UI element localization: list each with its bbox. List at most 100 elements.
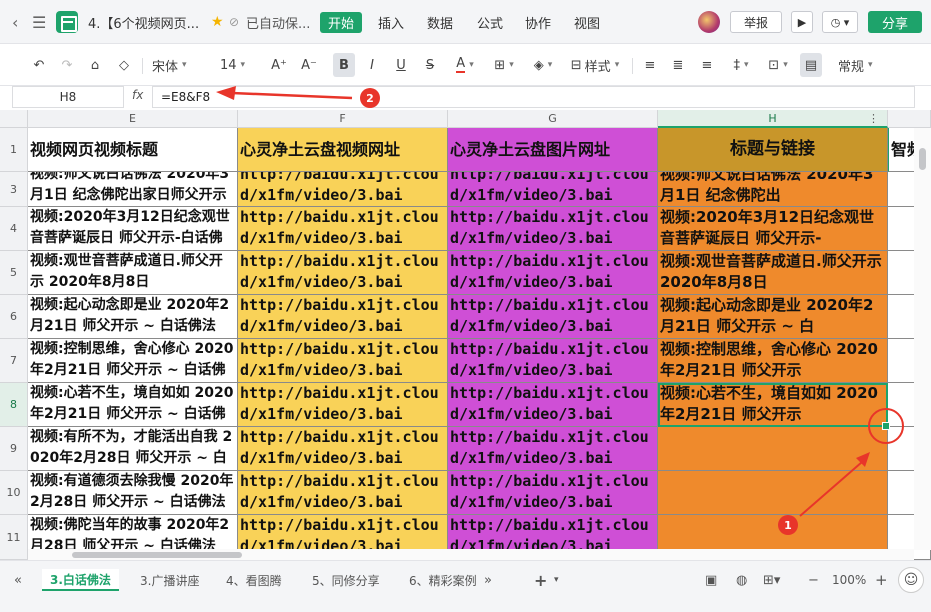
styles-button[interactable]: ⊟ 样式	[566, 53, 624, 77]
cell-f8[interactable]: http://baidu.x1jt.cloud/x1fm/video/3.bai	[238, 383, 448, 427]
bold-button[interactable]: B	[333, 53, 355, 77]
assistant-avatar-icon[interactable]: ☺	[898, 567, 924, 593]
fill-color-icon[interactable]: ◈	[527, 53, 559, 77]
eraser-icon[interactable]: ◇	[114, 53, 134, 77]
align-center-icon[interactable]: ≣	[669, 53, 687, 77]
zoom-out-icon[interactable]: −	[808, 570, 819, 590]
cell-name-box[interactable]: H8	[12, 86, 124, 108]
cell-e8[interactable]: 视频:心若不生，境自如如 2020年2月21日 师父开示 ~ 白话佛法 第2集	[28, 383, 238, 427]
cell-h6[interactable]: 视频:起心动念即是业 2020年2月21日 师父开示 ~ 白	[658, 295, 888, 339]
history-icon[interactable]: ◷ ▾	[822, 11, 858, 33]
menu-data[interactable]: 数据	[427, 0, 453, 44]
font-size-select[interactable]: 14	[220, 53, 260, 77]
column-header-e[interactable]: E	[28, 110, 238, 128]
cell-g9[interactable]: http://baidu.x1jt.cloud/x1fm/video/3.bai	[448, 427, 658, 471]
cell-e9[interactable]: 视频:有所不为，才能活出自我 2020年2月28日 师父开示 ~ 白话佛法 第1…	[28, 427, 238, 471]
zoom-level[interactable]: 100%	[832, 570, 866, 590]
cell-e5[interactable]: 视频:观世音菩萨成道日.师父开示 2020年8月8日	[28, 251, 238, 295]
column-header-g[interactable]: G	[448, 110, 658, 128]
border-icon[interactable]: ⊞	[488, 53, 520, 77]
prev-sheet-icon[interactable]: «	[14, 570, 22, 590]
cell-h8-selected[interactable]: 视频:心若不生，境自如如 2020年2月21日 师父开示	[658, 383, 888, 427]
column-header-i[interactable]	[888, 110, 931, 128]
menu-formula[interactable]: 公式	[477, 0, 503, 44]
horizontal-scroll-thumb[interactable]	[72, 552, 242, 558]
cell-e7[interactable]: 视频:控制思维，舍心修心 2020年2月21日 师父开示 ~ 白话佛法 第3集	[28, 339, 238, 383]
star-icon[interactable]: ★	[211, 0, 224, 44]
present-icon[interactable]: ▶	[791, 11, 813, 33]
cell-f7[interactable]: http://baidu.x1jt.cloud/x1fm/video/3.bai	[238, 339, 448, 383]
menu-icon[interactable]: ☰	[32, 0, 46, 44]
sheet-tab-3[interactable]: 4、看图腾	[226, 569, 282, 591]
wrap-text-icon[interactable]: ▤	[800, 53, 822, 77]
share-button[interactable]: 分享	[868, 11, 922, 33]
row-header-1[interactable]: 1	[0, 128, 28, 172]
cell-f9[interactable]: http://baidu.x1jt.cloud/x1fm/video/3.bai	[238, 427, 448, 471]
globe-icon[interactable]: ◍	[736, 570, 747, 590]
row-header-7[interactable]: 7	[0, 339, 28, 383]
header-cell-e[interactable]: 视频网页视频标题	[28, 128, 238, 172]
font-color-button[interactable]: A	[450, 53, 480, 77]
formula-input[interactable]: =E8&F8	[152, 86, 915, 108]
vertical-align-icon[interactable]: ‡	[727, 53, 755, 77]
add-sheet-icon[interactable]: +	[534, 570, 547, 590]
row-header-11[interactable]: 11	[0, 515, 28, 560]
cell-e10[interactable]: 视频:有道德须去除我慢 2020年2月28日 师父开示 ~ 白话佛法 第5集上的…	[28, 471, 238, 515]
cell-g5[interactable]: http://baidu.x1jt.cloud/x1fm/video/3.bai	[448, 251, 658, 295]
menu-start[interactable]: 开始	[320, 12, 362, 33]
cell-e4[interactable]: 视频:2020年3月12日纪念观世音菩萨诞辰日 师父开示-白话佛法	[28, 207, 238, 251]
cell-h3[interactable]: 视频:师父说白话佛法 2020年3月1日 纪念佛陀出	[658, 172, 888, 207]
vertical-scroll-thumb[interactable]	[919, 148, 926, 170]
align-right-icon[interactable]: ≡	[698, 53, 716, 77]
row-header-10[interactable]: 10	[0, 471, 28, 515]
zoom-in-icon[interactable]: +	[875, 570, 888, 590]
header-cell-g[interactable]: 心灵净土云盘图片网址	[448, 128, 658, 172]
menu-insert[interactable]: 插入	[378, 0, 404, 44]
cell-h7[interactable]: 视频:控制思维，舍心修心 2020年2月21日 师父开示	[658, 339, 888, 383]
cell-h9[interactable]	[658, 427, 888, 471]
number-format-select[interactable]: 常规	[838, 53, 900, 77]
column-header-f[interactable]: F	[238, 110, 448, 128]
cell-g3[interactable]: http://baidu.x1jt.cloud/x1fm/video/3.bai	[448, 172, 658, 207]
cell-f3[interactable]: http://baidu.x1jt.cloud/x1fm/video/3.bai	[238, 172, 448, 207]
fx-icon[interactable]: fx	[132, 88, 143, 102]
header-cell-h[interactable]: 标题与链接	[658, 128, 888, 172]
doc-title[interactable]: 4.【6个视频网页...	[88, 0, 200, 44]
cell-e3[interactable]: 视频:师父说白话佛法 2020年3月1日 纪念佛陀出家日师父开示	[28, 172, 238, 207]
cell-h4[interactable]: 视频:2020年3月12日纪念观世音菩萨诞辰日 师父开示-	[658, 207, 888, 251]
sheet-tab-4[interactable]: 5、同修分享	[312, 569, 380, 591]
row-header-8[interactable]: 8	[0, 383, 28, 427]
underline-button[interactable]: U	[391, 53, 411, 77]
redo-icon[interactable]: ↷	[58, 53, 76, 77]
sheet-tab-5[interactable]: 6、精彩案例	[409, 569, 477, 591]
horizontal-scrollbar[interactable]	[28, 549, 914, 560]
row-header-5[interactable]: 5	[0, 251, 28, 295]
column-header-h[interactable]: H ⋮	[658, 110, 888, 128]
italic-button[interactable]: I	[362, 53, 382, 77]
row-header-4[interactable]: 4	[0, 207, 28, 251]
strikethrough-button[interactable]: S	[420, 53, 440, 77]
vertical-scrollbar[interactable]	[914, 128, 931, 550]
merge-cells-icon[interactable]: ⊡	[764, 53, 792, 77]
fill-handle[interactable]	[882, 422, 890, 430]
view-mode-icon[interactable]: ⊞▾	[763, 570, 780, 590]
cell-f10[interactable]: http://baidu.x1jt.cloud/x1fm/video/3.bai	[238, 471, 448, 515]
menu-collab[interactable]: 协作	[525, 0, 551, 44]
sheet-tab-2[interactable]: 3.广播讲座	[140, 569, 199, 591]
protect-sheet-icon[interactable]: ▣	[705, 570, 717, 590]
sheet-tab-1[interactable]: 3.白话佛法	[42, 569, 119, 591]
row-header-3[interactable]: 3	[0, 172, 28, 207]
increase-font-icon[interactable]: A⁺	[270, 53, 288, 77]
cell-g10[interactable]: http://baidu.x1jt.cloud/x1fm/video/3.bai	[448, 471, 658, 515]
back-icon[interactable]: ‹	[12, 0, 18, 44]
cell-h10[interactable]	[658, 471, 888, 515]
format-painter-icon[interactable]: ⌂	[86, 53, 104, 77]
sheet-list-icon[interactable]: ▾	[554, 570, 559, 590]
cell-g8[interactable]: http://baidu.x1jt.cloud/x1fm/video/3.bai	[448, 383, 658, 427]
menu-view[interactable]: 视图	[574, 0, 600, 44]
cell-g4[interactable]: http://baidu.x1jt.cloud/x1fm/video/3.bai	[448, 207, 658, 251]
undo-icon[interactable]: ↶	[30, 53, 48, 77]
avatar[interactable]	[698, 11, 720, 33]
font-name-select[interactable]: 宋体	[152, 53, 212, 77]
more-options-icon[interactable]: ⋮	[868, 112, 879, 125]
